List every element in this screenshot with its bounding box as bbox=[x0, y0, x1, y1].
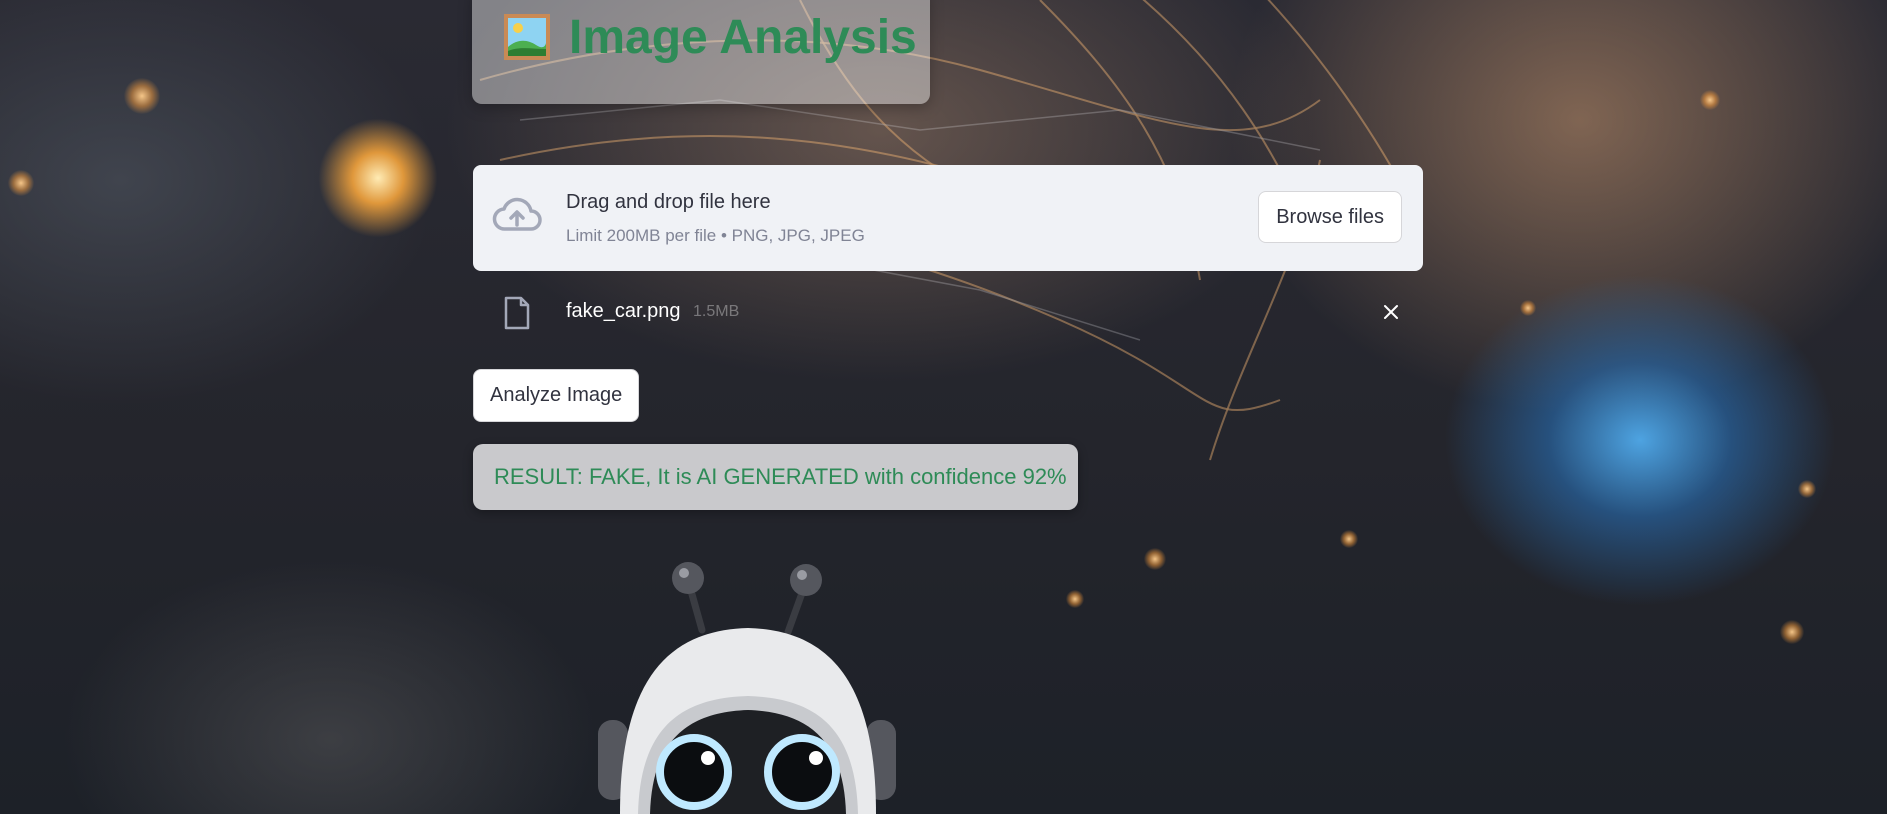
bokeh-light bbox=[1066, 590, 1084, 608]
uploaded-file-row: fake_car.png 1.5MB bbox=[473, 286, 1423, 338]
robot-mascot-illustration bbox=[598, 562, 896, 814]
bokeh-light bbox=[1340, 530, 1358, 548]
framed-picture-icon bbox=[504, 14, 550, 60]
result-banner: RESULT: FAKE, It is AI GENERATED with co… bbox=[473, 444, 1078, 510]
bokeh-light bbox=[1798, 480, 1816, 498]
uploaded-file-size: 1.5MB bbox=[693, 303, 740, 320]
uploaded-file-name: fake_car.png bbox=[566, 300, 681, 322]
file-icon bbox=[504, 296, 530, 330]
analyze-image-button[interactable]: Analyze Image bbox=[473, 369, 640, 422]
file-limit-label: Limit 200MB per file • PNG, JPG, JPEG bbox=[566, 226, 865, 245]
bokeh-light bbox=[124, 78, 160, 114]
dropzone-label: Drag and drop file here bbox=[566, 191, 771, 213]
page-title: Image Analysis bbox=[569, 11, 917, 64]
bokeh-light bbox=[1144, 548, 1166, 570]
bokeh-light bbox=[1780, 620, 1804, 644]
bokeh-light bbox=[1700, 90, 1720, 110]
glowing-orb bbox=[318, 118, 438, 238]
browse-files-button[interactable]: Browse files bbox=[1258, 191, 1402, 243]
bokeh-light bbox=[1520, 300, 1536, 316]
result-text: RESULT: FAKE, It is AI GENERATED with co… bbox=[494, 464, 1067, 489]
close-icon[interactable] bbox=[1379, 300, 1403, 324]
cloud-upload-icon bbox=[492, 197, 542, 231]
file-dropzone[interactable]: Drag and drop file here Limit 200MB per … bbox=[473, 165, 1423, 271]
app-background: Image Analysis Drag and drop file here L… bbox=[0, 0, 1887, 814]
bokeh-light bbox=[8, 170, 34, 196]
